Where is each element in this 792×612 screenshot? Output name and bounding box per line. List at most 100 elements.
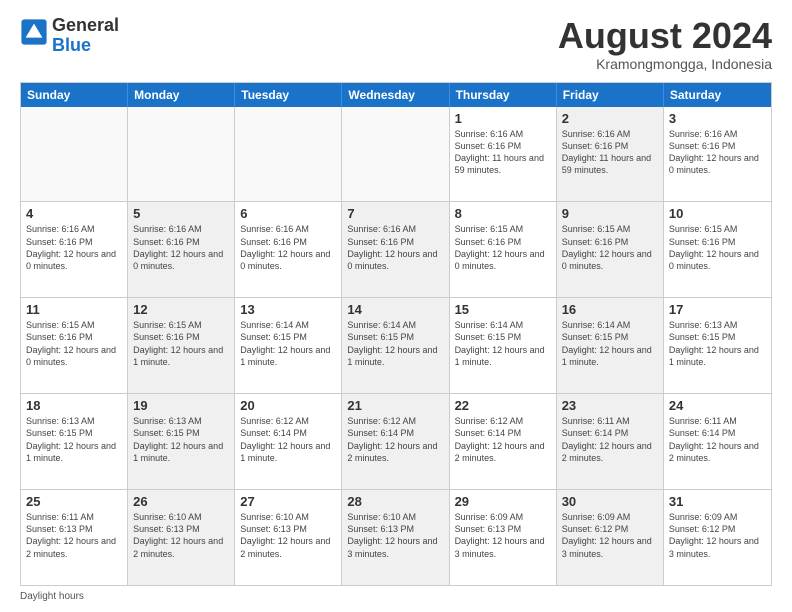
day-info: Sunrise: 6:16 AM Sunset: 6:16 PM Dayligh… [562,128,658,177]
header-sunday: Sunday [21,83,128,107]
header-saturday: Saturday [664,83,771,107]
page: General Blue August 2024 Kramongmongga, … [0,0,792,612]
calendar-cell-4-1: 18 Sunrise: 6:13 AM Sunset: 6:15 PM Dayli… [21,394,128,489]
day-info: Sunrise: 6:09 AM Sunset: 6:12 PM Dayligh… [562,511,658,560]
day-number: 22 [455,398,551,413]
calendar-cell-2-3: 6 Sunrise: 6:16 AM Sunset: 6:16 PM Daylig… [235,202,342,297]
day-number: 8 [455,206,551,221]
day-number: 29 [455,494,551,509]
calendar-row-4: 18 Sunrise: 6:13 AM Sunset: 6:15 PM Dayli… [21,393,771,489]
day-number: 24 [669,398,766,413]
calendar-cell-4-3: 20Sunrise: 6:12 AM Sunset: 6:14 PM Dayli… [235,394,342,489]
day-info: Sunrise: 6:16 AM Sunset: 6:16 PM Dayligh… [26,223,122,272]
day-info: Sunrise: 6:14 AM Sunset: 6:15 PM Dayligh… [455,319,551,368]
day-info: Sunrise: 6:16 AM Sunset: 6:16 PM Dayligh… [133,223,229,272]
location-subtitle: Kramongmongga, Indonesia [558,56,772,72]
calendar-cell-5-1: 25 Sunrise: 6:11 AM Sunset: 6:13 PM Dayli… [21,490,128,585]
calendar-cell-4-2: 19 Sunrise: 6:13 AM Sunset: 6:15 PM Dayli… [128,394,235,489]
day-number: 16 [562,302,658,317]
day-info: Sunrise: 6:15 AM Sunset: 6:16 PM Dayligh… [133,319,229,368]
calendar-cell-3-1: 11Sunrise: 6:15 AM Sunset: 6:16 PM Dayli… [21,298,128,393]
calendar-row-3: 11Sunrise: 6:15 AM Sunset: 6:16 PM Dayli… [21,297,771,393]
day-number: 30 [562,494,658,509]
calendar-cell-3-6: 16 Sunrise: 6:14 AM Sunset: 6:15 PM Dayli… [557,298,664,393]
day-info: Sunrise: 6:16 AM Sunset: 6:16 PM Dayligh… [240,223,336,272]
day-info: Sunrise: 6:11 AM Sunset: 6:13 PM Dayligh… [26,511,122,560]
logo: General Blue [20,16,119,56]
calendar-header: Sunday Monday Tuesday Wednesday Thursday… [21,83,771,107]
header-monday: Monday [128,83,235,107]
day-number: 2 [562,111,658,126]
day-number: 17 [669,302,766,317]
calendar-cell-1-5: 1 Sunrise: 6:16 AM Sunset: 6:16 PM Daylig… [450,107,557,202]
calendar-cell-5-4: 28 Sunrise: 6:10 AM Sunset: 6:13 PM Dayli… [342,490,449,585]
calendar-row-2: 4 Sunrise: 6:16 AM Sunset: 6:16 PM Daylig… [21,201,771,297]
day-number: 20 [240,398,336,413]
footer-note: Daylight hours [20,591,772,602]
day-number: 19 [133,398,229,413]
calendar-cell-3-4: 14Sunrise: 6:14 AM Sunset: 6:15 PM Dayli… [342,298,449,393]
calendar-cell-5-3: 27 Sunrise: 6:10 AM Sunset: 6:13 PM Dayli… [235,490,342,585]
day-number: 13 [240,302,336,317]
day-info: Sunrise: 6:11 AM Sunset: 6:14 PM Dayligh… [669,415,766,464]
day-number: 26 [133,494,229,509]
logo-text: General Blue [52,16,119,56]
day-info: Sunrise: 6:10 AM Sunset: 6:13 PM Dayligh… [133,511,229,560]
day-number: 14 [347,302,443,317]
calendar-cell-2-4: 7Sunrise: 6:16 AM Sunset: 6:16 PM Daylig… [342,202,449,297]
day-number: 31 [669,494,766,509]
header: General Blue August 2024 Kramongmongga, … [20,16,772,72]
day-info: Sunrise: 6:13 AM Sunset: 6:15 PM Dayligh… [26,415,122,464]
day-number: 1 [455,111,551,126]
day-info: Sunrise: 6:14 AM Sunset: 6:15 PM Dayligh… [240,319,336,368]
day-info: Sunrise: 6:16 AM Sunset: 6:16 PM Dayligh… [455,128,551,177]
calendar-cell-3-2: 12Sunrise: 6:15 AM Sunset: 6:16 PM Dayli… [128,298,235,393]
day-info: Sunrise: 6:12 AM Sunset: 6:14 PM Dayligh… [347,415,443,464]
day-info: Sunrise: 6:14 AM Sunset: 6:15 PM Dayligh… [562,319,658,368]
title-block: August 2024 Kramongmongga, Indonesia [558,16,772,72]
calendar-cell-3-5: 15Sunrise: 6:14 AM Sunset: 6:15 PM Dayli… [450,298,557,393]
calendar-cell-1-2 [128,107,235,202]
calendar-body: 1 Sunrise: 6:16 AM Sunset: 6:16 PM Daylig… [21,107,771,585]
day-info: Sunrise: 6:10 AM Sunset: 6:13 PM Dayligh… [347,511,443,560]
calendar-cell-1-4 [342,107,449,202]
day-info: Sunrise: 6:13 AM Sunset: 6:15 PM Dayligh… [133,415,229,464]
day-number: 10 [669,206,766,221]
calendar-cell-3-7: 17Sunrise: 6:13 AM Sunset: 6:15 PM Dayli… [664,298,771,393]
calendar-cell-4-5: 22 Sunrise: 6:12 AM Sunset: 6:14 PM Dayli… [450,394,557,489]
calendar-cell-5-6: 30 Sunrise: 6:09 AM Sunset: 6:12 PM Dayli… [557,490,664,585]
day-info: Sunrise: 6:11 AM Sunset: 6:14 PM Dayligh… [562,415,658,464]
logo-icon [20,18,48,46]
calendar-cell-5-5: 29Sunrise: 6:09 AM Sunset: 6:13 PM Dayli… [450,490,557,585]
day-info: Sunrise: 6:15 AM Sunset: 6:16 PM Dayligh… [669,223,766,272]
calendar-cell-4-6: 23Sunrise: 6:11 AM Sunset: 6:14 PM Dayli… [557,394,664,489]
calendar-cell-4-7: 24 Sunrise: 6:11 AM Sunset: 6:14 PM Dayli… [664,394,771,489]
day-number: 25 [26,494,122,509]
calendar-cell-4-4: 21 Sunrise: 6:12 AM Sunset: 6:14 PM Dayli… [342,394,449,489]
calendar-row-5: 25 Sunrise: 6:11 AM Sunset: 6:13 PM Dayli… [21,489,771,585]
logo-general: General [52,15,119,35]
day-number: 18 [26,398,122,413]
day-info: Sunrise: 6:12 AM Sunset: 6:14 PM Dayligh… [455,415,551,464]
calendar-cell-5-7: 31 Sunrise: 6:09 AM Sunset: 6:12 PM Dayli… [664,490,771,585]
header-friday: Friday [557,83,664,107]
calendar-cell-1-6: 2 Sunrise: 6:16 AM Sunset: 6:16 PM Daylig… [557,107,664,202]
day-info: Sunrise: 6:10 AM Sunset: 6:13 PM Dayligh… [240,511,336,560]
day-info: Sunrise: 6:09 AM Sunset: 6:12 PM Dayligh… [669,511,766,560]
calendar-cell-5-2: 26 Sunrise: 6:10 AM Sunset: 6:13 PM Dayli… [128,490,235,585]
calendar-cell-2-1: 4 Sunrise: 6:16 AM Sunset: 6:16 PM Daylig… [21,202,128,297]
day-number: 3 [669,111,766,126]
day-number: 27 [240,494,336,509]
day-number: 4 [26,206,122,221]
calendar-row-1: 1 Sunrise: 6:16 AM Sunset: 6:16 PM Daylig… [21,107,771,202]
day-number: 6 [240,206,336,221]
calendar: Sunday Monday Tuesday Wednesday Thursday… [20,82,772,586]
day-info: Sunrise: 6:15 AM Sunset: 6:16 PM Dayligh… [562,223,658,272]
day-number: 28 [347,494,443,509]
day-number: 21 [347,398,443,413]
day-info: Sunrise: 6:15 AM Sunset: 6:16 PM Dayligh… [26,319,122,368]
logo-blue: Blue [52,35,91,55]
calendar-cell-2-6: 9 Sunrise: 6:15 AM Sunset: 6:16 PM Daylig… [557,202,664,297]
day-number: 9 [562,206,658,221]
day-info: Sunrise: 6:15 AM Sunset: 6:16 PM Dayligh… [455,223,551,272]
